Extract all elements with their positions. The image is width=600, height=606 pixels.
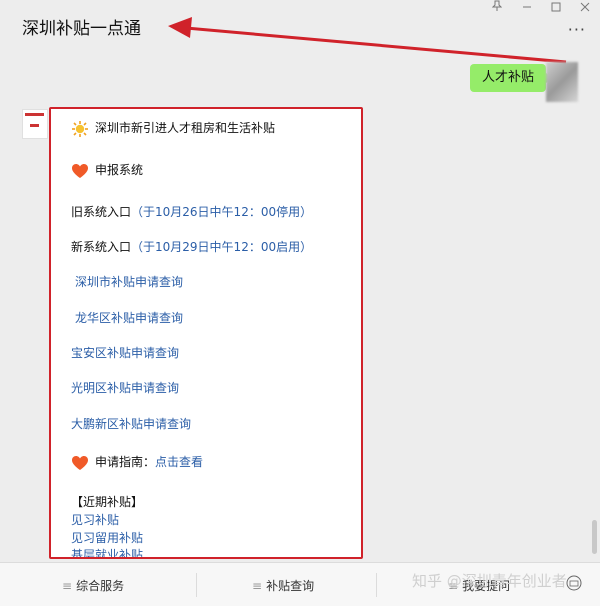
guide-label: 申请指南： bbox=[95, 455, 156, 469]
new-system-note: （于10月29日中午12：00启用） bbox=[131, 240, 313, 254]
link-internship-retention-subsidy[interactable]: 见习留用补贴 bbox=[71, 529, 143, 546]
user-message-text: 人才补贴 bbox=[482, 70, 535, 85]
menu-divider bbox=[196, 573, 197, 597]
watermark: 知乎 @深圳青年创业者 bbox=[412, 572, 567, 590]
report-section-row: 申报系统 bbox=[71, 161, 143, 179]
keyboard-toggle-icon[interactable] bbox=[566, 575, 582, 591]
link-longhua-subsidy[interactable]: 龙华区补贴申请查询 bbox=[75, 309, 183, 326]
link-dapeng-subsidy[interactable]: 大鹏新区补贴申请查询 bbox=[71, 415, 191, 432]
heart-icon bbox=[72, 455, 88, 470]
menu-item-subsidy-query[interactable]: ≡ 补贴查询 bbox=[252, 577, 314, 594]
sun-icon bbox=[72, 120, 88, 137]
menu-item-label: 补贴查询 bbox=[266, 579, 315, 593]
link-guangming-subsidy[interactable]: 光明区补贴申请查询 bbox=[71, 379, 179, 396]
user-message-bubble: 人才补贴 bbox=[470, 64, 553, 92]
guide-row: 申请指南：点击查看 bbox=[71, 453, 203, 471]
bot-message-card: 深圳市新引进人才租房和生活补贴 申报系统 旧系统入口（于10月26日中午12：0… bbox=[49, 107, 363, 559]
report-section-label: 申报系统 bbox=[95, 163, 144, 177]
old-system-row: 旧系统入口（于10月26日中午12：00停用） bbox=[71, 203, 312, 220]
chat-scrollbar[interactable] bbox=[592, 520, 597, 554]
heart-icon bbox=[72, 163, 88, 178]
new-system-row: 新系统入口（于10月29日中午12：00启用） bbox=[71, 238, 312, 255]
old-system-note: （于10月26日中午12：00停用） bbox=[131, 205, 313, 219]
card-title: 深圳市新引进人才租房和生活补贴 bbox=[95, 121, 276, 135]
new-system-entry[interactable]: 新系统入口 bbox=[71, 240, 131, 254]
link-baoan-subsidy[interactable]: 宝安区补贴申请查询 bbox=[71, 344, 179, 361]
menu-item-comprehensive-service[interactable]: ≡ 综合服务 bbox=[62, 577, 124, 594]
menu-item-label: 综合服务 bbox=[76, 579, 125, 593]
old-system-entry[interactable]: 旧系统入口 bbox=[71, 205, 131, 219]
link-shenzhen-subsidy[interactable]: 深圳市补贴申请查询 bbox=[75, 273, 183, 290]
card-title-row: 深圳市新引进人才租房和生活补贴 bbox=[71, 119, 275, 138]
user-avatar[interactable] bbox=[546, 62, 578, 102]
guide-link[interactable]: 点击查看 bbox=[155, 455, 203, 469]
bot-avatar[interactable] bbox=[22, 109, 48, 139]
link-grassroots-employment-subsidy[interactable]: 基层就业补贴 bbox=[71, 546, 143, 557]
menu-divider bbox=[376, 573, 377, 597]
recent-heading: 【近期补贴】 bbox=[71, 495, 144, 509]
link-internship-subsidy[interactable]: 见习补贴 bbox=[71, 511, 119, 528]
